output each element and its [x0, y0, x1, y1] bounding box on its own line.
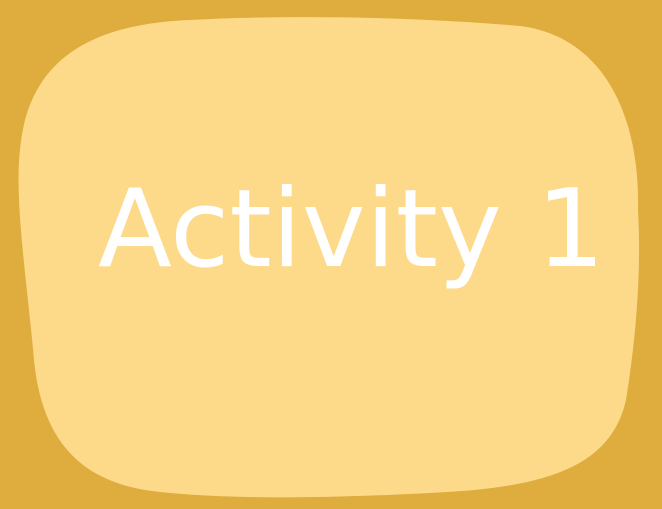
activity-card[interactable]: Activity 1 [0, 0, 662, 509]
activity-title: Activity 1 [98, 167, 605, 292]
